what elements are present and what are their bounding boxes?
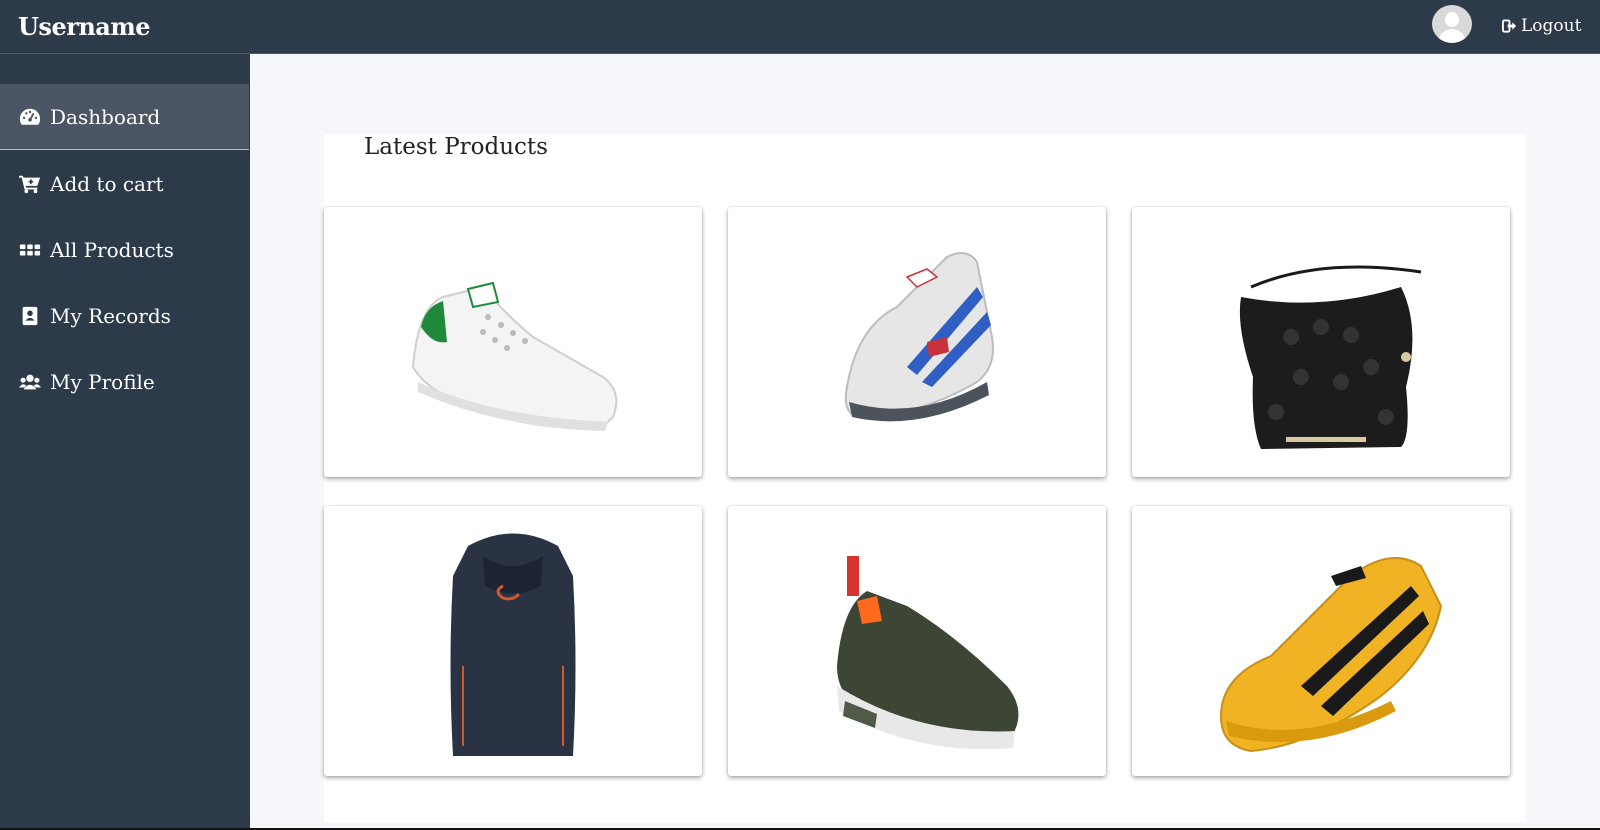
sidebar-item-label: My Profile xyxy=(50,370,155,394)
sidebar-item-all-products[interactable]: All Products xyxy=(0,217,249,283)
sidebar-item-my-profile[interactable]: My Profile xyxy=(0,349,249,415)
brand-username[interactable]: Username xyxy=(18,12,151,41)
avatar[interactable] xyxy=(1432,5,1472,43)
running-shoe-image xyxy=(844,252,994,422)
yellow-shoe-image xyxy=(1219,557,1443,753)
sidebar-item-add-to-cart[interactable]: Add to cart xyxy=(0,151,249,217)
sidebar: Dashboard Add to cart All Products My Re… xyxy=(0,54,250,830)
white-sneaker-image xyxy=(411,281,618,431)
cart-icon xyxy=(18,173,42,195)
avatar-body xyxy=(1438,29,1466,43)
users-icon xyxy=(18,371,42,393)
knit-sneaker-image xyxy=(837,556,1019,750)
product-card-handbag[interactable] xyxy=(1132,207,1510,477)
sidebar-item-my-records[interactable]: My Records xyxy=(0,283,249,349)
sidebar-item-label: Add to cart xyxy=(50,172,164,196)
handbag-image xyxy=(1239,265,1422,449)
logout-label: Logout xyxy=(1521,16,1582,36)
main-content: Latest Products xyxy=(250,54,1600,828)
address-book-icon xyxy=(18,305,42,327)
product-card-hoodie[interactable] xyxy=(324,506,702,776)
sidebar-item-label: All Products xyxy=(50,238,174,262)
avatar-head xyxy=(1445,12,1459,27)
section-title: Latest Products xyxy=(364,134,548,160)
logout-button[interactable]: Logout xyxy=(1502,16,1581,36)
top-bar: Username Logout xyxy=(0,0,1600,54)
product-card-knit-sneaker[interactable] xyxy=(728,506,1106,776)
product-card-white-sneaker[interactable] xyxy=(324,207,702,477)
product-card-yellow-shoe[interactable] xyxy=(1132,506,1510,776)
grid-icon xyxy=(18,239,42,261)
sidebar-item-dashboard[interactable]: Dashboard xyxy=(0,84,249,150)
sidebar-item-label: Dashboard xyxy=(50,104,161,129)
latest-products-panel: Latest Products xyxy=(324,134,1526,822)
dashboard-icon xyxy=(18,106,42,128)
product-card-running-shoe[interactable] xyxy=(728,207,1106,477)
sidebar-item-label: My Records xyxy=(50,304,171,328)
sign-out-icon xyxy=(1502,19,1517,33)
sleeveless-hoodie-image xyxy=(450,533,576,756)
